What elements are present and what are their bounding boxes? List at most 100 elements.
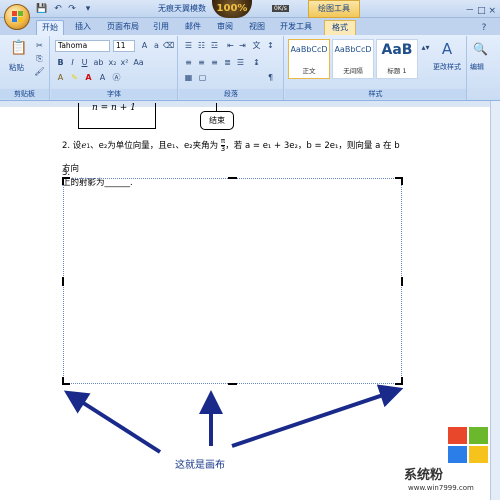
enclose-char-icon[interactable]: Ⓐ: [111, 72, 122, 83]
tab-review[interactable]: 审阅: [212, 20, 238, 35]
bold-icon[interactable]: B: [55, 57, 66, 68]
q2-prefix: 2. 设: [62, 141, 82, 151]
canvas-handle-top-right[interactable]: [395, 177, 403, 185]
chinese-layout-icon[interactable]: 文: [251, 40, 262, 51]
multilevel-list-icon[interactable]: ☲: [209, 40, 220, 51]
save-icon[interactable]: 💾: [36, 3, 48, 15]
styles-group: AaBbCcD 正文 AaBbCcD 无间隔 AaB 标题 1 ▴▾ A 更改样…: [285, 36, 467, 100]
tab-mailings[interactable]: 邮件: [180, 20, 206, 35]
clear-format-icon[interactable]: ⌫: [163, 40, 174, 51]
italic-icon[interactable]: I: [67, 57, 78, 68]
tab-page-layout[interactable]: 页面布局: [102, 20, 144, 35]
window-controls[interactable]: － □ ×: [465, 3, 496, 16]
grow-font-icon[interactable]: A: [139, 40, 150, 51]
styles-group-label: 样式: [285, 89, 466, 99]
change-styles-button[interactable]: 更改样式: [431, 62, 463, 72]
increase-indent-icon[interactable]: ⇥: [237, 40, 248, 51]
paragraph-group: ☰ ☷ ☲ ⇤ ⇥ 文 ↕ ≡ ≡ ≡ ≣ ☰ ↨ ▦ ▢ ¶ 段落: [179, 36, 284, 100]
styles-scroll-icon[interactable]: ▴▾: [420, 42, 431, 53]
canvas-handle-bottom-left[interactable]: [62, 377, 70, 385]
paste-icon[interactable]: 📋: [10, 39, 28, 57]
flowchart-connector: [216, 103, 217, 111]
font-size-select[interactable]: 11: [113, 40, 135, 52]
style-normal-name: 正文: [302, 67, 316, 75]
font-group-label: 字体: [51, 89, 177, 99]
ribbon: 📋 粘贴 ✂ ⎘ 🖌 剪贴板 Tahoma 11 A a ⌫ B I U ab …: [0, 35, 500, 101]
tab-insert[interactable]: 插入: [70, 20, 96, 35]
strikethrough-icon[interactable]: ab: [93, 57, 104, 68]
style-no-spacing[interactable]: AaBbCcD 无间隔: [332, 39, 374, 79]
style-heading-1[interactable]: AaB 标题 1: [376, 39, 418, 79]
watermark-brand: 系统粉: [404, 468, 444, 483]
decrease-indent-icon[interactable]: ⇤: [225, 40, 236, 51]
watermark-logo-icon: [444, 425, 494, 485]
borders-icon[interactable]: ▢: [197, 72, 208, 83]
canvas-handle-top-left[interactable]: [62, 177, 70, 185]
text-effects-icon[interactable]: A: [55, 72, 66, 83]
distribute-icon[interactable]: ☰: [235, 57, 246, 68]
align-left-icon[interactable]: ≡: [183, 57, 194, 68]
office-button[interactable]: [4, 4, 30, 30]
title-bar: 💾 ↶ ↷ ▾ 无痕天翼模数 100% 0K/s 绘图工具 － □ ×: [0, 0, 500, 18]
canvas-handle-right[interactable]: [401, 277, 403, 286]
drawing-canvas[interactable]: [62, 177, 403, 385]
align-center-icon[interactable]: ≡: [196, 57, 207, 68]
font-name-select[interactable]: Tahoma: [55, 40, 110, 52]
style-normal[interactable]: AaBbCcD 正文: [288, 39, 330, 79]
cut-icon[interactable]: ✂: [34, 40, 45, 51]
canvas-handle-bottom-right[interactable]: [395, 377, 403, 385]
justify-icon[interactable]: ≣: [222, 57, 233, 68]
help-icon[interactable]: ?: [478, 22, 490, 34]
underline-icon[interactable]: U: [79, 57, 90, 68]
line-spacing-icon[interactable]: ↨: [251, 57, 262, 68]
qat-dropdown-icon[interactable]: ▾: [82, 3, 94, 15]
subscript-icon[interactable]: x₂: [107, 57, 118, 68]
document-title: 无痕天翼模数: [158, 4, 206, 13]
change-case-icon[interactable]: Aa: [133, 57, 144, 68]
font-group: Tahoma 11 A a ⌫ B I U ab x₂ x² Aa A ✎ A …: [51, 36, 178, 100]
flowchart-process-text: n = n + 1: [92, 103, 136, 113]
tab-format[interactable]: 格式: [324, 20, 356, 35]
shading-icon[interactable]: ▦: [183, 72, 194, 83]
overlay-badge: 100%: [212, 0, 252, 18]
format-painter-icon[interactable]: 🖌: [34, 66, 45, 77]
flowchart-end-box[interactable]: 结束: [200, 111, 234, 130]
style-no-spacing-name: 无间隔: [343, 67, 363, 75]
numbering-icon[interactable]: ☷: [196, 40, 207, 51]
highlight-icon[interactable]: ✎: [69, 72, 80, 83]
bullets-icon[interactable]: ☰: [183, 40, 194, 51]
document-page: n = n + 1 结束 2. 设e1、e₂为单位向量，且e₁、e₂夹角为 π3…: [0, 103, 490, 500]
redo-icon[interactable]: ↷: [66, 3, 78, 15]
shrink-font-icon[interactable]: a: [151, 40, 162, 51]
font-color-icon[interactable]: A: [83, 72, 94, 83]
paragraph-group-label: 段落: [179, 89, 283, 99]
show-marks-icon[interactable]: ¶: [265, 72, 276, 83]
style-no-spacing-sample: AaBbCcD: [334, 45, 372, 54]
clipboard-group: 📋 粘贴 ✂ ⎘ 🖌 剪贴板: [0, 36, 50, 100]
char-shading-icon[interactable]: A: [97, 72, 108, 83]
sort-icon[interactable]: ↕: [265, 40, 276, 51]
change-styles-icon[interactable]: A: [436, 40, 458, 58]
editing-group: 🔍 编辑: [468, 36, 492, 100]
undo-icon[interactable]: ↶: [52, 3, 64, 15]
editing-button[interactable]: 编辑: [470, 62, 484, 72]
tab-view[interactable]: 视图: [244, 20, 270, 35]
canvas-handle-left[interactable]: [62, 277, 64, 286]
style-heading-1-name: 标题 1: [387, 67, 407, 75]
tab-home[interactable]: 开始: [36, 20, 64, 35]
canvas-handle-bottom[interactable]: [228, 383, 237, 385]
office-logo-icon: [12, 11, 24, 23]
watermark-url: www.win7999.com: [408, 484, 474, 492]
superscript-icon[interactable]: x²: [119, 57, 130, 68]
find-icon[interactable]: 🔍: [473, 42, 488, 56]
tab-references[interactable]: 引用: [150, 20, 172, 35]
paste-button[interactable]: 粘贴: [9, 62, 24, 73]
network-speed: 0K/s: [272, 5, 289, 12]
canvas-handle-top[interactable]: [228, 177, 237, 179]
tab-developer[interactable]: 开发工具: [276, 20, 316, 35]
copy-icon[interactable]: ⎘: [34, 53, 45, 64]
align-right-icon[interactable]: ≡: [209, 57, 220, 68]
style-heading-1-sample: AaB: [381, 42, 413, 58]
drawing-tools-context-label: 绘图工具: [308, 0, 360, 18]
ribbon-tabs: 开始 插入 页面布局 引用 邮件 审阅 视图 开发工具 格式 ?: [0, 18, 500, 35]
